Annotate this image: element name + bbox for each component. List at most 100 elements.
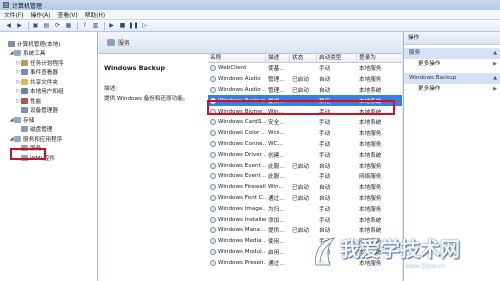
service-name-text: Windows Color ... — [218, 130, 266, 137]
service-startup-type: 手动 — [319, 109, 331, 116]
service-name-text: WebClient — [218, 65, 247, 72]
menu-file[interactable]: 文件(F) — [4, 10, 23, 19]
tree-node-icon — [14, 116, 21, 123]
table-row[interactable]: WebClient 使基... 手动 本地服务 — [208, 63, 402, 74]
tree-item[interactable]: ◢ 系统工具 — [0, 49, 97, 59]
tree-item[interactable]: 计算机管理(本地) — [0, 39, 97, 49]
table-row[interactable]: Windows Color ... Wcs... 手动 本地服务 — [208, 128, 402, 139]
service-gear-icon — [210, 151, 216, 158]
column-description[interactable]: 描述 — [266, 54, 290, 62]
up-icon[interactable]: ▣ — [31, 22, 40, 30]
table-row[interactable]: Windows Event ... 此服... 手动 网络服务 — [208, 171, 402, 182]
tree-item[interactable]: ▷ 本地用户和组 — [0, 87, 97, 97]
service-name: Windows Audio ... — [208, 86, 266, 93]
service-name-text: Windows Audio ... — [218, 86, 266, 93]
service-name-text: Windows Backup — [218, 97, 266, 104]
service-name-text: Windows Image... — [218, 205, 266, 212]
show-hide-icon[interactable]: ▤ — [42, 22, 51, 30]
stop-icon[interactable]: ■ — [118, 22, 127, 30]
service-status: 已启动 — [292, 195, 309, 202]
pause-icon[interactable]: ❚❚ — [128, 22, 138, 30]
service-name: Windows Image... — [208, 205, 266, 212]
collapse-icon[interactable]: ▲ — [493, 48, 497, 59]
table-row[interactable]: Windows Biome... Win... 手动 本地系统 — [208, 106, 402, 117]
table-row[interactable]: Windows Conne... WC... 手动 本地服务 — [208, 139, 402, 150]
service-log-on-as: 本地系统 — [359, 87, 382, 94]
properties-icon[interactable]: ▥ — [91, 22, 100, 30]
table-row[interactable]: Windows Event ... 此服... 已启动 自动 本地服务 — [208, 160, 402, 171]
column-status[interactable]: 状态 — [290, 54, 317, 62]
menu-action[interactable]: 操作(A) — [30, 10, 50, 19]
service-description: 通过... — [268, 260, 285, 267]
service-log-on-as: 本地服务 — [359, 141, 382, 148]
watermark-logo-icon — [315, 237, 336, 266]
service-log-on-as: 本地服务 — [359, 206, 382, 213]
service-name-text: Windows Installer — [218, 216, 266, 223]
forward-icon[interactable]: ▶ — [15, 22, 24, 30]
tree-item[interactable]: ▷ 性能 — [0, 96, 97, 106]
column-startup-type[interactable]: 启动类型 — [317, 54, 357, 62]
more-actions-services[interactable]: 更多操作 ▶ — [404, 59, 500, 70]
tree-item[interactable]: ▷ 事件查看器 — [0, 68, 97, 78]
toolbar-divider — [28, 21, 29, 30]
refresh-icon[interactable]: ⟳ — [53, 22, 62, 30]
tree-item-label: 系统工具 — [23, 51, 46, 58]
service-status: 已启动 — [292, 185, 309, 192]
table-header: 名称 描述 状态 启动类型 登录为 — [208, 54, 402, 63]
service-gear-icon — [210, 97, 216, 104]
tree-item[interactable]: ◢ 存储 — [0, 115, 97, 125]
tree-node-icon — [21, 97, 28, 104]
service-name: Windows Audio — [208, 76, 266, 83]
tree-item[interactable]: 设备管理器 — [0, 106, 97, 116]
tree-item[interactable]: ◢ 服务和应用程序 — [0, 134, 97, 144]
menu-help[interactable]: 帮助(H) — [85, 10, 105, 19]
tree-item[interactable]: 磁盘管理 — [0, 125, 97, 135]
table-row[interactable]: Windows Font C... 通过... 已启动 自动 本地服务 — [208, 193, 402, 204]
table-row[interactable]: Windows Firewall Win... 已启动 自动 本地服务 — [208, 182, 402, 193]
service-gear-icon — [210, 194, 216, 201]
service-name: Windows Backup — [208, 97, 266, 104]
title-bar: 计算机管理 — [0, 0, 500, 10]
service-gear-icon — [210, 86, 216, 93]
tree-item-label: 存储 — [23, 117, 35, 124]
tree-item-label: 计算机管理(本地) — [17, 41, 61, 48]
actions-section-windows-backup[interactable]: Windows Backup ▲ — [404, 73, 500, 84]
table-row-selected[interactable]: Windows Backup 提供... 禁用 本地系统 — [208, 95, 402, 107]
service-name-text: Windows Event ... — [218, 162, 266, 169]
tree-item[interactable]: ▷ 共享文件夹 — [0, 77, 97, 87]
tree-item[interactable]: ▷ 任务计划程序 — [0, 58, 97, 68]
service-gear-icon — [210, 65, 216, 72]
collapse-icon[interactable]: ▲ — [493, 73, 497, 84]
more-actions-windows-backup[interactable]: 更多操作 ▶ — [404, 84, 500, 95]
table-row[interactable]: Windows Image... 为扫... 手动 本地服务 — [208, 203, 402, 214]
service-startup-type: 手动 — [319, 206, 331, 213]
service-log-on-as: 本地系统 — [359, 109, 382, 116]
table-row[interactable]: Windows CardS... 安全... 手动 本地系统 — [208, 117, 402, 128]
service-gear-icon — [210, 130, 216, 137]
service-gear-icon — [210, 119, 216, 126]
table-row[interactable]: Windows Audio 管理... 已启动 自动 本地服务 — [208, 74, 402, 85]
site-watermark: 我爱学技术网 www.5ijsw.cn — [310, 233, 500, 281]
toolbar: ◀ ▶ ▣ ▤ ⟳ ▦ ? ▥ ▶ ■ ❚❚ ▷ — [0, 20, 500, 32]
menu-view[interactable]: 查看(V) — [58, 10, 78, 19]
column-name[interactable]: 名称 — [208, 54, 266, 62]
service-name: Windows Conne... — [208, 140, 266, 147]
restart-icon[interactable]: ▷ — [140, 22, 149, 30]
table-row[interactable]: Windows Installer 添加... 手动 本地系统 — [208, 214, 402, 225]
table-row[interactable]: Windows Audio ... 管理... 已启动 自动 本地系统 — [208, 85, 402, 96]
service-gear-icon — [210, 248, 216, 255]
actions-section-services[interactable]: 服务 ▲ — [404, 48, 500, 59]
service-description: Wcs... — [268, 130, 285, 137]
service-startup-type: 自动 — [319, 77, 331, 84]
back-icon[interactable]: ◀ — [4, 22, 13, 30]
service-startup-type: 自动 — [319, 195, 331, 202]
service-gear-icon — [210, 216, 216, 223]
tree-item-label: 设备管理器 — [30, 108, 58, 115]
help-icon[interactable]: ? — [80, 22, 89, 30]
export-icon[interactable]: ▦ — [64, 22, 73, 30]
service-startup-type: 自动 — [319, 163, 331, 170]
column-log-on-as[interactable]: 登录为 — [357, 54, 402, 62]
table-row[interactable]: Windows Driver ... 创建... 手动 本地系统 — [208, 149, 402, 160]
service-description: 使基... — [268, 66, 285, 73]
play-icon[interactable]: ▶ — [107, 22, 116, 30]
